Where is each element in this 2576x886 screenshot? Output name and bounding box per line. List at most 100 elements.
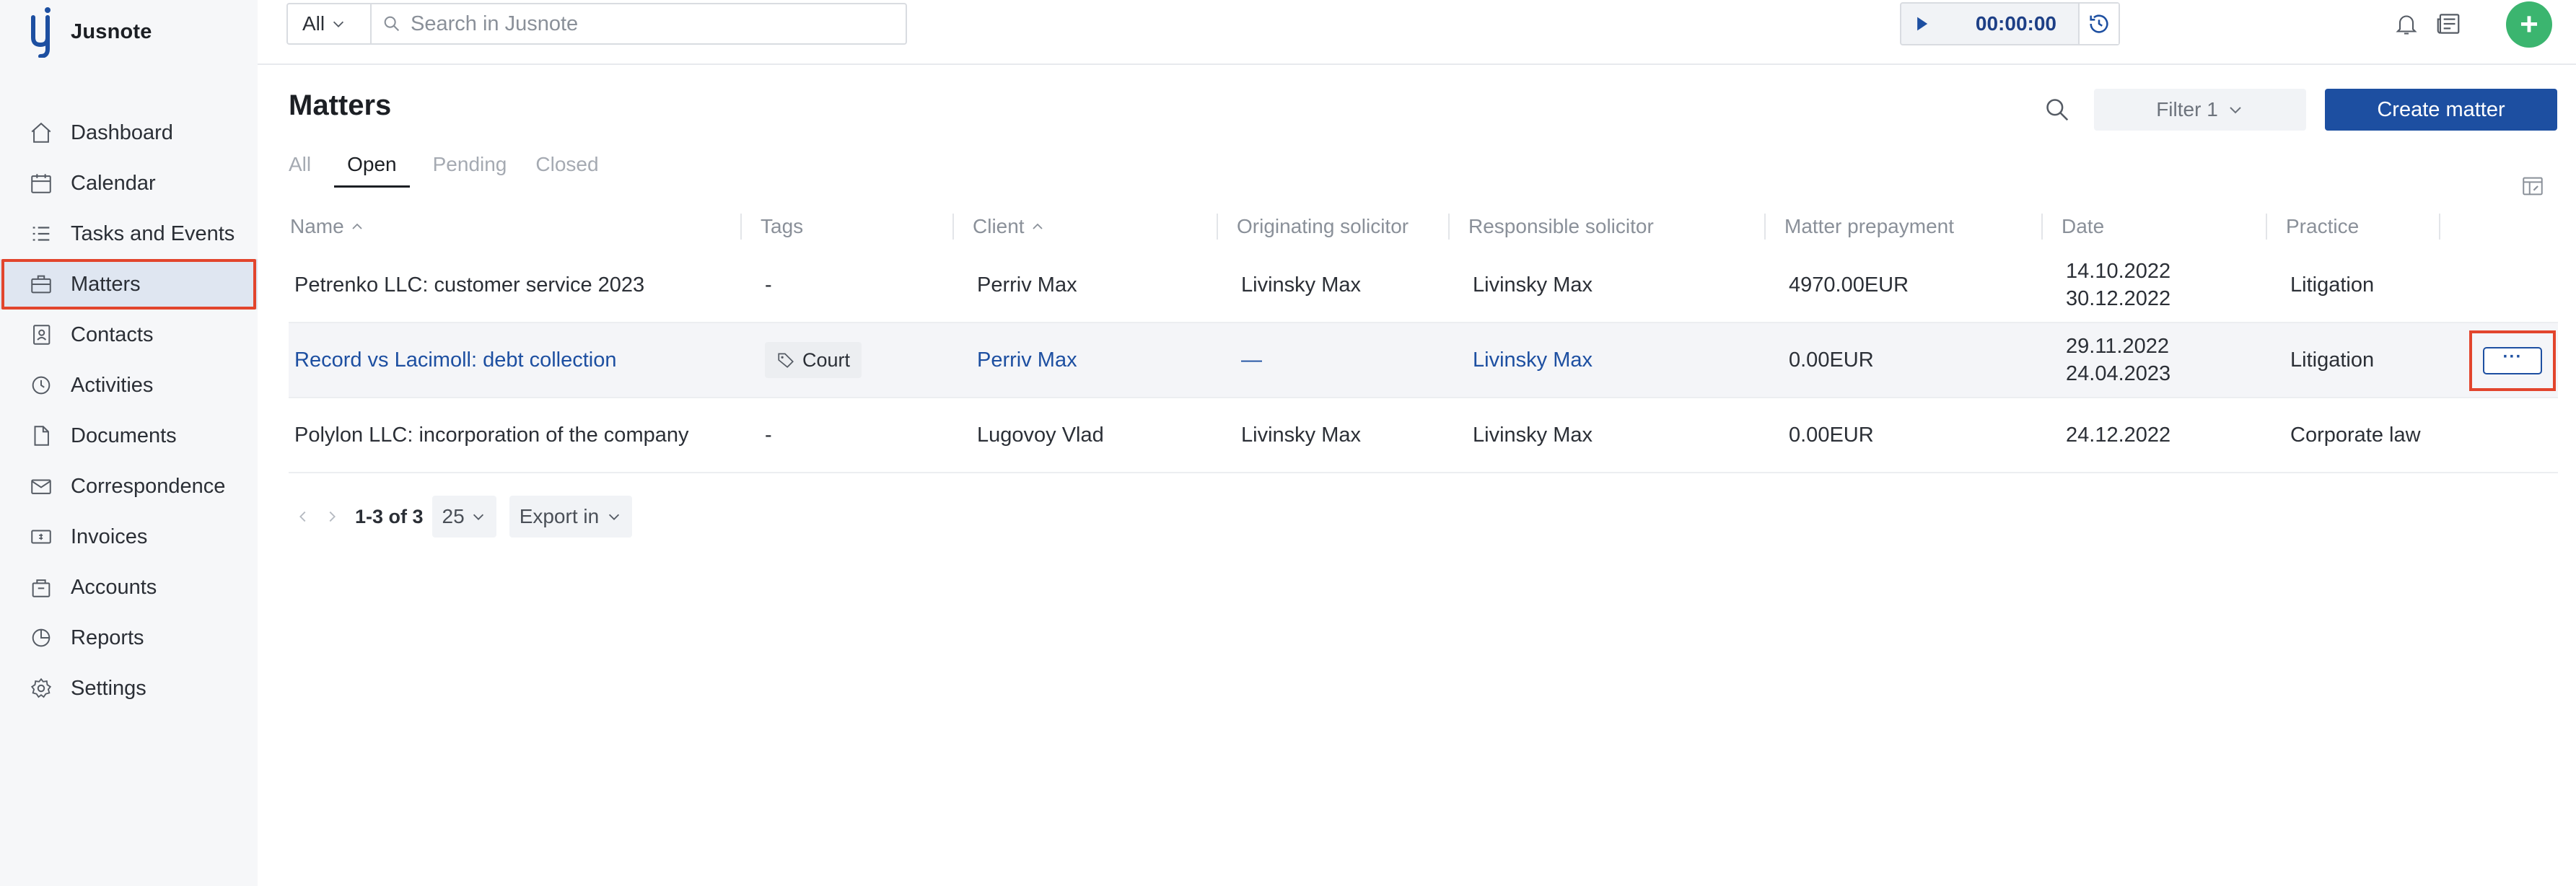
matter-date: 14.10.2022 30.12.2022 [2060,258,2284,312]
sidebar-item-contacts[interactable]: Contacts [0,310,258,360]
column-matter-prepayment[interactable]: Matter prepayment [1764,212,2060,241]
sidebar-item-tasks[interactable]: Tasks and Events [0,209,258,259]
matter-prepayment: 0.00EUR [1789,348,1874,372]
sidebar-item-label: Calendar [71,171,156,195]
search-input[interactable] [411,12,887,36]
matter-originating-solicitor: Livinsky Max [1241,424,1361,447]
column-label: Name [290,215,344,237]
matter-originating-solicitor: Livinsky Max [1241,273,1361,297]
sidebar-item-label: Documents [71,424,177,447]
sidebar-item-documents[interactable]: Documents [0,411,258,461]
contacts-icon [27,321,55,348]
column-date[interactable]: Date [2041,212,2284,241]
matter-prepayment: 0.00EUR [1789,424,1874,447]
sidebar-item-label: Reports [71,626,144,649]
matter-name[interactable]: Petrenko LLC: customer service 2023 [289,271,759,299]
matter-client[interactable]: Lugovoy Vlad [971,421,1235,449]
chevron-left-icon [299,511,306,522]
sidebar-item-activities[interactable]: Activities [0,360,258,411]
sidebar-item-invoices[interactable]: Invoices [0,512,258,562]
sidebar-item-matters[interactable]: Matters [0,259,258,310]
history-icon [2090,14,2108,33]
tag-icon [778,353,794,368]
page-title: Matters [289,89,392,121]
quick-add-button[interactable]: + [2506,1,2552,48]
matter-client[interactable]: Perriv Max [971,346,1235,374]
time-tracker: 00:00:00 [1900,2,2120,45]
open-date: 29.11.2022 [2066,335,2169,358]
column-settings-button[interactable] [2518,172,2547,201]
matters-search-button[interactable] [2041,94,2073,126]
sidebar-item-accounts[interactable]: Accounts [0,562,258,613]
matter-responsible-solicitor[interactable]: Livinsky Max [1467,346,1783,374]
pagination: 1-3 of 3 25 Export in [289,495,633,538]
sidebar-item-label: Correspondence [71,474,226,498]
search-scope-value: All [302,12,325,35]
page-size-select[interactable]: 25 [431,496,496,538]
create-matter-button[interactable]: Create matter [2325,89,2557,131]
matter-tags: - [765,273,772,297]
matter-practice: Litigation [2290,273,2375,297]
sidebar-item-label: Tasks and Events [71,222,235,245]
table-row[interactable]: Polylon LLC: incorporation of the compan… [289,398,2558,473]
prev-page-button[interactable] [289,502,317,531]
sidebar-item-settings[interactable]: Settings [0,663,258,714]
tag-label: Court [802,349,851,371]
sidebar-item-calendar[interactable]: Calendar [0,158,258,209]
table-row[interactable]: Record vs Lacimoll: debt collection Cour… [289,323,2558,398]
matter-client[interactable]: Perriv Max [971,271,1235,299]
sort-asc-icon [352,223,362,229]
open-date: 14.10.2022 [2066,260,2171,283]
notifications-button[interactable] [2390,7,2423,40]
chevron-down-icon [609,514,620,520]
matter-responsible-solicitor: Livinsky Max [1473,424,1593,447]
table-header: Name Tags Client Originating solicitor R… [289,205,2558,248]
news-button[interactable] [2432,7,2465,40]
sidebar-item-dashboard[interactable]: Dashboard [0,108,258,158]
tab-pending[interactable]: Pending [433,149,507,188]
matter-responsible-solicitor: Livinsky Max [1473,273,1593,297]
timer-history-button[interactable] [2078,4,2119,44]
plus-icon: + [2520,6,2538,42]
matter-tags: - [765,424,772,447]
matter-name[interactable]: Polylon LLC: incorporation of the compan… [289,421,759,449]
column-responsible-solicitor[interactable]: Responsible solicitor [1448,212,1783,241]
column-tags[interactable]: Tags [740,212,971,241]
matters-table: Name Tags Client Originating solicitor R… [289,205,2558,473]
search-scope-select[interactable]: All [288,4,372,43]
sidebar: Jusnote Dashboard Calendar Tasks and Eve… [0,0,258,886]
matter-tags: Court [759,342,971,378]
tag-chip[interactable]: Court [765,342,862,378]
row-more-button[interactable]: ··· [2483,347,2542,374]
timer-play-button[interactable] [1901,4,1942,44]
chevron-right-icon [329,511,336,522]
next-page-button[interactable] [317,502,346,531]
column-label: Client [973,215,1025,237]
column-name[interactable]: Name [289,212,759,241]
column-practice[interactable]: Practice [2266,212,2458,241]
sidebar-item-correspondence[interactable]: Correspondence [0,461,258,512]
column-originating-solicitor[interactable]: Originating solicitor [1217,212,1467,241]
matter-date: 24.12.2022 [2060,421,2284,449]
sidebar-item-reports[interactable]: Reports [0,613,258,663]
newspaper-icon [2437,14,2460,34]
page-range: 1-3 of 3 [355,505,424,527]
table-row[interactable]: Petrenko LLC: customer service 2023 - Pe… [289,248,2558,323]
activities-icon [27,372,55,399]
tab-closed[interactable]: Closed [535,149,598,188]
calendar-icon [27,170,55,197]
search-icon [384,16,400,32]
home-icon [27,119,55,146]
sidebar-item-label: Accounts [71,575,157,599]
column-client[interactable]: Client [952,212,1235,241]
app-logo[interactable]: Jusnote [27,6,152,58]
export-button[interactable]: Export in [509,496,633,538]
search-icon [2046,99,2069,121]
global-search: All [286,3,907,45]
matter-originating-solicitor[interactable]: — [1235,346,1467,374]
timer-value: 00:00:00 [1975,12,2056,35]
matter-name[interactable]: Record vs Lacimoll: debt collection [289,346,759,374]
filter-button[interactable]: Filter 1 [2094,89,2306,131]
tab-all[interactable]: All [289,149,311,188]
tab-open[interactable]: Open [334,149,410,188]
